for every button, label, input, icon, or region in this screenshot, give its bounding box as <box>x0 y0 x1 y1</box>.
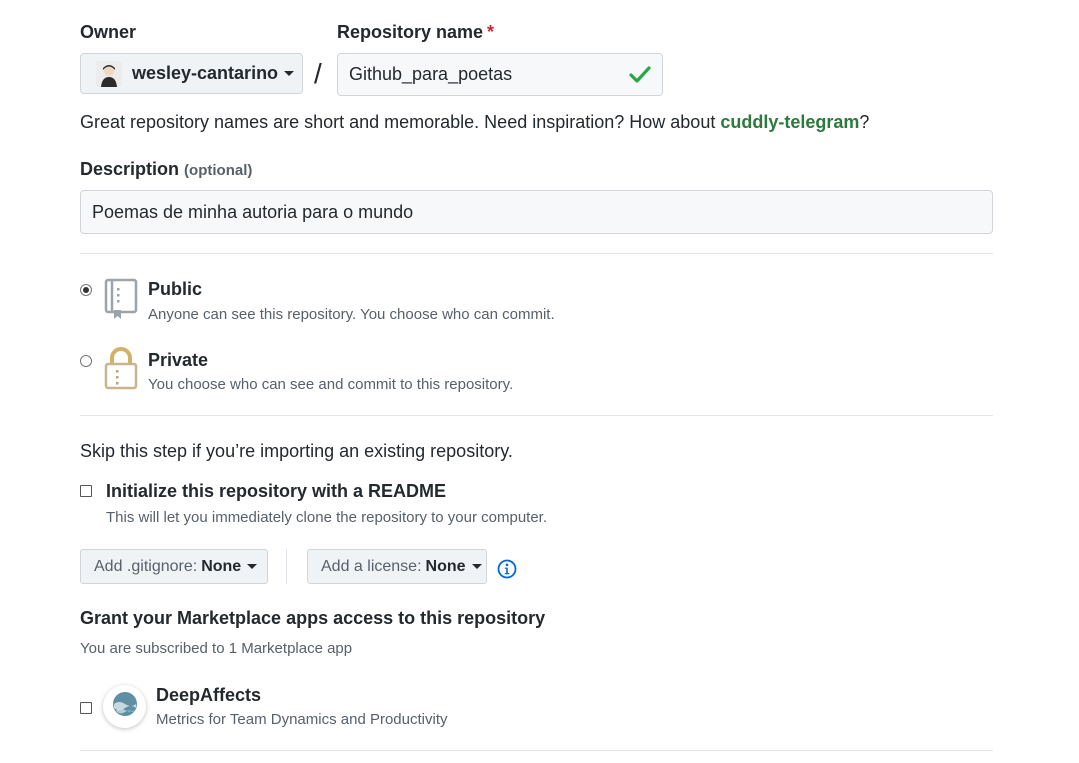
caret-down-icon <box>471 564 482 569</box>
repo-name-label: Repository name * <box>337 22 494 43</box>
license-select-button[interactable]: Add a license: None <box>307 549 487 584</box>
repo-name-input[interactable] <box>337 53 663 96</box>
app-description: Metrics for Team Dynamics and Productivi… <box>156 711 448 728</box>
gitignore-label: Add .gitignore: <box>94 557 198 575</box>
suggested-name-link[interactable]: cuddly-telegram <box>720 112 859 132</box>
readme-checkbox[interactable] <box>80 485 92 497</box>
gitignore-value: None <box>201 557 242 575</box>
marketplace-subtitle: You are subscribed to 1 Marketplace app <box>80 640 353 657</box>
info-icon[interactable] <box>497 559 517 584</box>
divider <box>80 415 993 416</box>
check-icon <box>629 64 651 91</box>
required-marker: * <box>487 22 495 42</box>
private-radio[interactable] <box>80 355 92 367</box>
public-title: Public <box>148 279 203 299</box>
avatar <box>96 60 122 87</box>
app-logo <box>103 685 146 728</box>
deepaffects-logo-icon <box>112 691 138 722</box>
suggestion-prefix: Great repository names are short and mem… <box>80 112 721 132</box>
owner-label: Owner <box>80 22 137 42</box>
readme-title: Initialize this repository with a README <box>106 481 447 501</box>
name-suggestion-text: Great repository names are short and mem… <box>80 112 869 133</box>
caret-down-icon <box>284 71 295 76</box>
caret-down-icon <box>247 564 258 569</box>
owner-repo-separator: / <box>314 58 322 89</box>
app-checkbox[interactable] <box>80 702 92 714</box>
owner-select-button[interactable]: wesley-cantarino <box>80 53 303 94</box>
app-name: DeepAffects <box>156 685 262 705</box>
suggestion-suffix: ? <box>859 112 870 132</box>
private-description: You choose who can see and commit to thi… <box>148 376 514 393</box>
divider <box>80 750 993 751</box>
description-label: Description (optional) <box>80 159 252 180</box>
description-input[interactable] <box>80 190 993 234</box>
owner-name: wesley-cantarino <box>132 63 279 83</box>
gitignore-select-button[interactable]: Add .gitignore: None <box>80 549 268 584</box>
skip-step-text: Skip this step if you’re importing an ex… <box>80 441 513 461</box>
divider <box>80 253 993 254</box>
repo-name-label-text: Repository name <box>337 22 484 42</box>
repo-book-icon <box>104 278 138 325</box>
marketplace-title: Grant your Marketplace apps access to th… <box>80 608 546 628</box>
private-title: Private <box>148 350 209 370</box>
license-value: None <box>425 557 466 575</box>
readme-description: This will let you immediately clone the … <box>106 509 548 526</box>
optional-tag: (optional) <box>184 162 253 179</box>
divider <box>286 549 287 584</box>
public-radio[interactable] <box>80 284 92 296</box>
public-description: Anyone can see this repository. You choo… <box>148 306 555 323</box>
license-label: Add a license: <box>321 557 422 575</box>
description-label-text: Description <box>80 159 180 179</box>
lock-icon <box>104 347 138 396</box>
